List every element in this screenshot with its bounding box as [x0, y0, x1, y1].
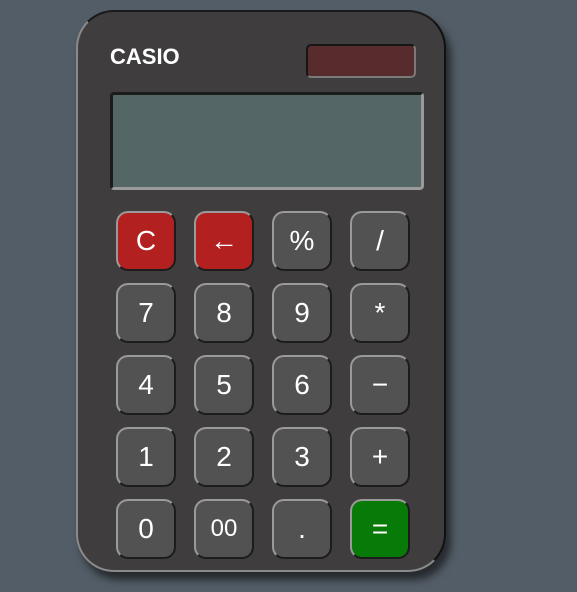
key-label: C — [135, 225, 157, 256]
key-label: 7 — [138, 297, 154, 328]
key-label: 8 — [216, 297, 232, 328]
key-label: % — [289, 225, 315, 256]
key-label: − — [371, 369, 389, 400]
key-label: 5 — [216, 369, 232, 400]
key-label: 00 — [210, 515, 238, 542]
digit-7-button[interactable]: 7 — [116, 283, 176, 343]
key-label: 2 — [216, 441, 232, 472]
key-label: 9 — [294, 297, 310, 328]
digit-8-button[interactable]: 8 — [194, 283, 254, 343]
divide-button[interactable]: / — [350, 211, 410, 271]
key-label: ← — [210, 225, 238, 256]
key-label: = — [371, 513, 389, 544]
clear-button[interactable]: C — [116, 211, 176, 271]
key-label: 3 — [294, 441, 310, 472]
brand-logo: CASIO — [110, 44, 180, 69]
digit-4-button[interactable]: 4 — [116, 355, 176, 415]
digit-6-button[interactable]: 6 — [272, 355, 332, 415]
key-label: + — [371, 441, 389, 472]
keypad: C ←%/7 8 9 * 4 5 6−1 2 3 +0 00. = — [116, 211, 410, 559]
digit-3-button[interactable]: 3 — [272, 427, 332, 487]
calculator-display — [110, 92, 424, 190]
digit-9-button[interactable]: 9 — [272, 283, 332, 343]
backspace-button[interactable]: ← — [194, 211, 254, 271]
key-label: / — [376, 225, 384, 256]
percent-button[interactable]: % — [272, 211, 332, 271]
key-label: 6 — [294, 369, 310, 400]
digit-1-button[interactable]: 1 — [116, 427, 176, 487]
add-button[interactable]: + — [350, 427, 410, 487]
digit-5-button[interactable]: 5 — [194, 355, 254, 415]
key-label: 1 — [138, 441, 154, 472]
digit-0-button[interactable]: 0 — [116, 499, 176, 559]
multiply-button[interactable]: * — [350, 283, 410, 343]
key-label: * — [374, 297, 386, 328]
decimal-point-button[interactable]: . — [272, 499, 332, 559]
solar-panel — [306, 44, 416, 78]
key-label: 0 — [138, 513, 154, 544]
subtract-button[interactable]: − — [350, 355, 410, 415]
calculator-body: CASIO C ←%/7 8 9 * 4 5 6−1 2 3 +0 00. = — [76, 10, 446, 572]
key-label: . — [298, 513, 306, 544]
key-label: 4 — [138, 369, 154, 400]
equals-button[interactable]: = — [350, 499, 410, 559]
double-zero-button[interactable]: 00 — [194, 499, 254, 559]
digit-2-button[interactable]: 2 — [194, 427, 254, 487]
